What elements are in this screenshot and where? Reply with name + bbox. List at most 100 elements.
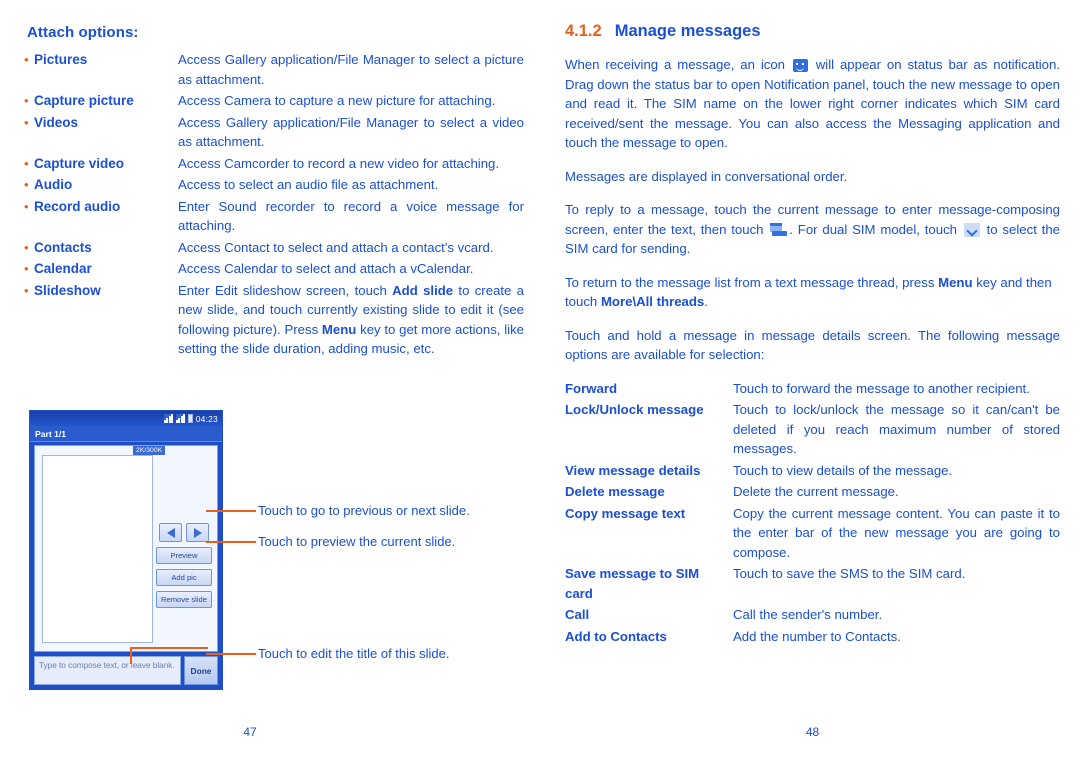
attach-option-term: Record audio (34, 198, 121, 214)
bullet-icon: • (24, 155, 29, 171)
page-number-right: 48 (805, 725, 820, 739)
message-option-row: Copy message text Copy the current messa… (565, 504, 1060, 565)
bullet-icon: • (24, 52, 29, 67)
attach-option-term: Pictures (34, 52, 88, 67)
attach-option-term: Calendar (34, 261, 92, 276)
slide-edit-area: 2K/300K Preview Add pic Remove slide (34, 445, 218, 652)
attach-option-row: • Videos Access Gallery application/File … (24, 113, 524, 154)
paragraph-reply: To reply to a message, touch the current… (565, 200, 1060, 259)
attach-option-row: • Slideshow Enter Edit slideshow screen, … (24, 281, 524, 361)
message-option-term: Add to Contacts (565, 628, 667, 644)
slide-button-column: Preview Add pic Remove slide (156, 523, 212, 608)
paragraph-text: . For dual SIM model, touch (789, 221, 962, 237)
attach-option-desc: Access Camera to capture a new picture f… (178, 93, 496, 108)
bullet-icon: • (24, 177, 29, 192)
message-option-desc: Call the sender's number. (733, 607, 883, 622)
leader-line (206, 653, 256, 655)
attach-option-row: • Record audio Enter Sound recorder to re… (24, 197, 524, 238)
message-option-row: Add to Contacts Add the number to Contac… (565, 627, 1060, 649)
attach-option-desc: Access Contact to select and attach a co… (178, 239, 494, 255)
arrow-right-icon (193, 527, 202, 538)
paragraph-conversational-order: Messages are displayed in conversational… (565, 168, 848, 184)
paragraph-text: To return to the message list from a tex… (565, 274, 939, 290)
message-option-desc: Touch to forward the message to another … (733, 380, 1030, 396)
bullet-icon: • (24, 239, 29, 255)
previous-slide-button[interactable] (159, 523, 182, 542)
attach-option-row: • Calendar Access Calendar to select and … (24, 259, 524, 281)
add-pic-button[interactable]: Add pic (156, 569, 212, 586)
slide-canvas[interactable] (42, 455, 153, 643)
section-title: Manage messages (614, 22, 761, 40)
attach-option-term: Capture picture (34, 93, 134, 108)
attach-option-term: Audio (34, 177, 73, 192)
desc-emphasis: Add slide (392, 282, 454, 298)
message-option-desc: Touch to lock/unlock the message so it c… (733, 402, 1060, 456)
message-option-term: View message details (565, 462, 701, 478)
leader-line-compose-vertical (130, 647, 132, 664)
attach-options-heading: Attach options: (27, 24, 139, 41)
attach-option-desc: Access Camcorder to record a new video f… (178, 155, 500, 171)
callout-text: Touch to preview the current slide. (258, 534, 456, 549)
attach-option-desc: Access to select an audio file as attach… (178, 177, 439, 192)
leader-line (206, 510, 256, 512)
attach-option-row: • Capture video Access Camcorder to recor… (24, 154, 524, 176)
send-message-icon (770, 222, 788, 237)
signal-bars-icon-2 (175, 414, 185, 423)
phone-title-bar: Part 1/1 (30, 426, 222, 442)
status-clock: 04:23 (195, 413, 218, 424)
attach-option-term: Videos (34, 114, 79, 130)
desc-part: Enter Edit slideshow screen, touch (178, 282, 393, 298)
attach-option-desc: Access Gallery application/File Manager … (178, 52, 524, 87)
bullet-icon: • (24, 93, 29, 108)
message-option-term: Call (565, 607, 590, 622)
more-all-threads-emphasis: More\All threads (600, 294, 705, 309)
message-option-term: Delete message (565, 484, 665, 499)
paragraph-return-to-list: To return to the message list from a tex… (565, 273, 1060, 312)
paragraph-text: . (704, 294, 708, 309)
callout-text: Touch to edit the title of this slide. (258, 646, 450, 661)
chevron-down-icon (963, 222, 980, 237)
paragraph-text: When receiving a message, an icon (565, 57, 791, 72)
message-option-term: Lock/Unlock message (565, 402, 704, 417)
remove-slide-button[interactable]: Remove slide (156, 591, 212, 608)
callout-nav-arrows: Touch to go to previous or next slide. (206, 503, 470, 519)
message-bubble-icon (792, 59, 808, 72)
preview-button[interactable]: Preview (156, 547, 212, 564)
paragraph-notification: When receiving a message, an icon will a… (565, 55, 1060, 153)
attach-option-row: • Contacts Access Contact to select and a… (24, 238, 524, 260)
bullet-icon: • (24, 261, 29, 276)
desc-emphasis: Menu (321, 321, 357, 337)
phone-status-bar: 04:23 (30, 411, 222, 426)
message-option-row: View message details Touch to view detai… (565, 461, 1060, 483)
message-option-desc: Add the number to Contacts. (733, 628, 901, 644)
attach-option-row: • Pictures Access Gallery application/Fil… (24, 50, 524, 91)
compose-text-input[interactable]: Type to compose text, or leave blank. (34, 656, 181, 685)
slide-nav-arrows (159, 523, 209, 542)
message-option-desc: Delete the current message. (733, 484, 899, 499)
attach-option-term: Capture video (34, 155, 125, 171)
attach-option-desc: Access Gallery application/File Manager … (178, 114, 524, 150)
battery-icon (187, 414, 193, 423)
callout-edit-title: Touch to edit the title of this slide. (206, 646, 450, 662)
attach-option-term: Contacts (34, 239, 92, 255)
bullet-icon: • (24, 114, 29, 130)
callout-text: Touch to go to previous or next slide. (258, 503, 470, 518)
attach-options-table: • Pictures Access Gallery application/Fil… (24, 50, 524, 361)
compose-row: Type to compose text, or leave blank. Do… (34, 656, 218, 685)
message-option-row: Call Call the sender's number. (565, 605, 1060, 627)
attach-option-desc-rich: Enter Edit slideshow screen, touch Add s… (178, 281, 524, 361)
bullet-icon: • (24, 198, 29, 214)
message-option-row: Lock/Unlock message Touch to lock/unlock… (565, 400, 1060, 461)
bullet-icon: • (24, 282, 29, 298)
message-option-desc: Copy the current message content. You ca… (733, 505, 1060, 560)
message-option-row: Save message to SIM card Touch to save t… (565, 564, 1060, 605)
signal-bars-icon-1 (163, 414, 173, 423)
attach-option-row: • Audio Access to select an audio file as… (24, 175, 524, 197)
slide-size-label: 2K/300K (133, 446, 166, 455)
paragraph-touch-and-hold: Touch and hold a message in message deta… (565, 327, 1060, 363)
message-option-term: Forward (565, 380, 618, 396)
attach-option-desc: Enter Sound recorder to record a voice m… (178, 198, 524, 234)
attach-option-term: Slideshow (34, 282, 101, 298)
message-option-term: Save message to SIM card (565, 566, 700, 601)
attach-option-desc: Access Calendar to select and attach a v… (178, 261, 474, 276)
